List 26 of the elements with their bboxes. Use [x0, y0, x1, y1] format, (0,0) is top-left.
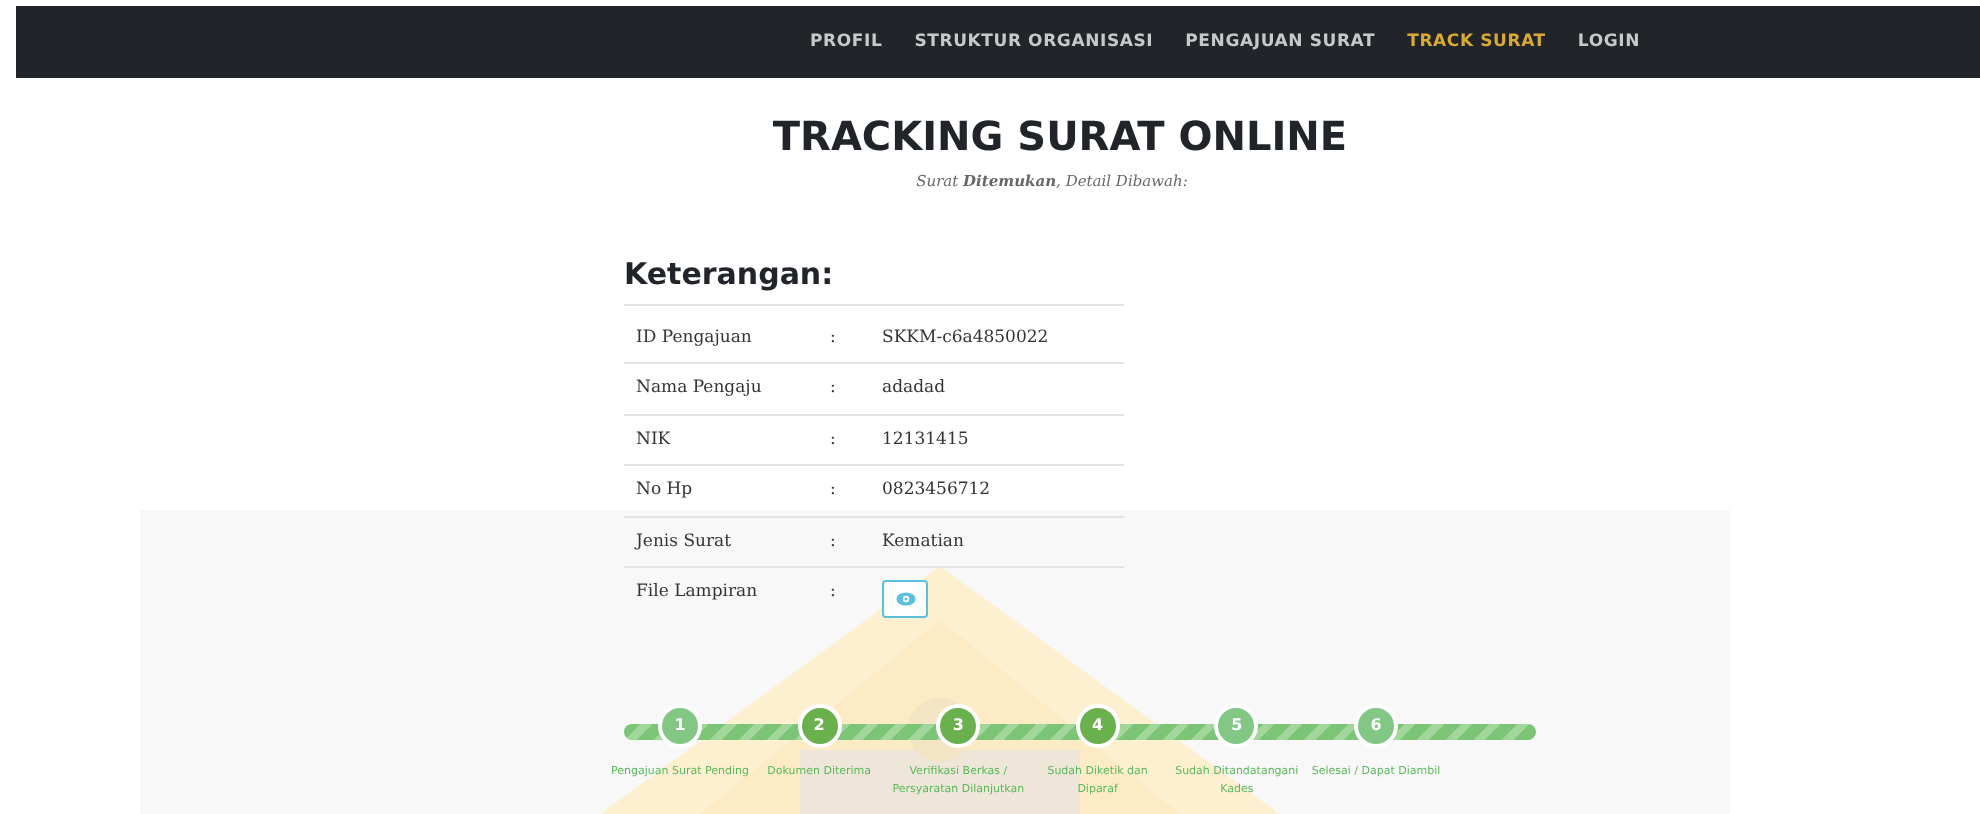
separator: : [830, 582, 836, 603]
field-label: NIK [636, 429, 671, 450]
field-value: 0823456712 [882, 480, 991, 501]
separator: : [830, 480, 836, 501]
nav-link[interactable]: PENGAJUAN SURAT [1185, 29, 1376, 55]
separator: : [830, 378, 836, 399]
field-value: SKKM-c6a4850022 [882, 327, 1049, 348]
field-value: adadad [882, 378, 946, 399]
field-value: Kematian [882, 531, 964, 552]
section-heading: Keterangan: [624, 252, 1124, 306]
separator: : [830, 327, 836, 348]
field-label: Nama Pengaju [636, 378, 762, 399]
field-label: ID Pengajuan [636, 327, 752, 348]
nav-link[interactable]: TRACK SURAT [1407, 29, 1546, 55]
nav-link[interactable]: LOGIN [1577, 29, 1640, 55]
page-title: TRACKING SURAT ONLINE [770, 110, 1350, 164]
nav-link[interactable]: PROFIL [810, 29, 883, 55]
field-value: 12131415 [882, 429, 969, 450]
separator: : [830, 531, 836, 552]
field-label: No Hp [636, 480, 693, 501]
nav-link[interactable]: STRUKTUR ORGANISASI [914, 29, 1154, 55]
field-label: Jenis Surat [636, 531, 732, 552]
separator: : [830, 429, 836, 450]
field-label: File Lampiran [636, 582, 758, 603]
eye-icon [895, 592, 915, 607]
view-file-button[interactable] [882, 580, 928, 619]
